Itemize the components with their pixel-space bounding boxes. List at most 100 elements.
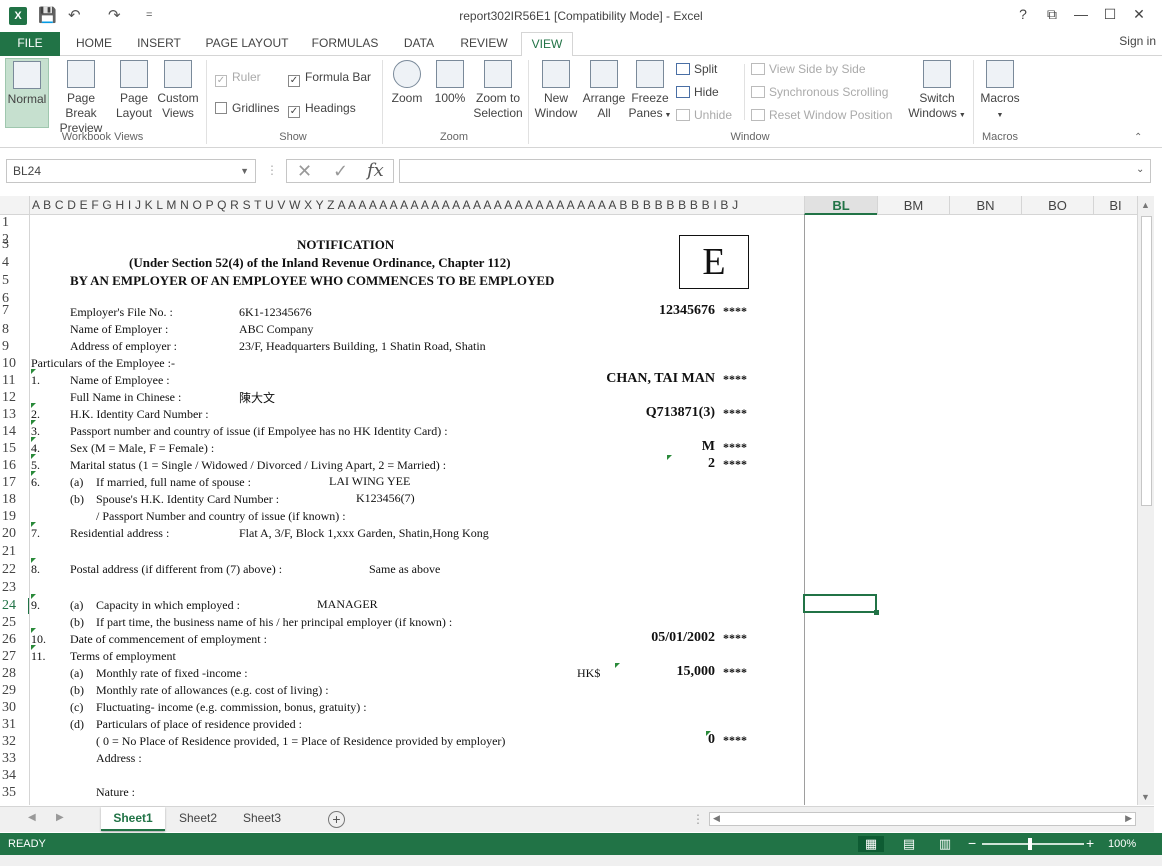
tab-view[interactable]: VIEW [521,32,573,57]
zoom-100-button[interactable]: 100% [431,58,469,128]
custom-views-button[interactable]: Custom Views [156,58,200,128]
row-header[interactable]: 12 [2,390,29,406]
scroll-left-icon[interactable]: ◀ [713,813,720,824]
column-header-next[interactable]: BI [1093,196,1137,215]
worksheet-content[interactable]: NOTIFICATION (Under Section 52(4) of the… [31,215,804,805]
zoom-button[interactable]: Zoom [388,58,426,128]
maximize-button[interactable]: ☐ [1098,6,1122,23]
cancel-icon[interactable]: ✕ [297,160,312,182]
scroll-right-icon[interactable]: ▶ [1125,813,1132,824]
row-header[interactable]: 34 [2,768,29,784]
gridlines-checkbox[interactable]: Gridlines [215,101,279,115]
row-header[interactable]: 19 [2,509,29,525]
page-break-status-icon[interactable]: ▥ [932,836,958,852]
sheet-tab-sheet1[interactable]: Sheet1 [101,807,165,831]
tab-formulas[interactable]: FORMULAS [306,32,384,56]
row-header[interactable]: 26 [2,632,29,648]
collapse-ribbon-icon[interactable]: ⌃ [1134,132,1142,143]
horizontal-scrollbar[interactable]: ◀ ▶ [709,812,1136,826]
row-header[interactable]: 25 [2,615,29,631]
row-header[interactable]: 33 [2,751,29,767]
row-header[interactable]: 11 [2,373,29,389]
row-header[interactable]: 20 [2,526,29,542]
page-layout-view-button[interactable]: Page Layout [113,58,155,128]
row-header[interactable]: 7 [2,303,29,319]
tab-data[interactable]: DATA [394,32,444,56]
vertical-scroll-thumb[interactable] [1141,216,1152,506]
ribbon-display-button[interactable]: ⧉ [1040,6,1064,23]
tab-insert[interactable]: INSERT [130,32,188,56]
minimize-button[interactable]: — [1069,6,1093,22]
active-cell-selection[interactable] [803,594,879,615]
row-header[interactable]: 27 [2,649,29,665]
hide-button[interactable]: Hide [676,85,719,99]
switch-windows-button[interactable]: Switch Windows ▼ [905,58,969,128]
frozen-pane-right[interactable] [804,215,1137,805]
narrow-column-headers[interactable]: A B C D E F G H I J K L M N O P Q R S T … [32,198,738,212]
row-header[interactable]: 14 [2,424,29,440]
chevron-down-icon[interactable]: ▼ [240,160,249,182]
sign-in-link[interactable]: Sign in [1119,34,1156,48]
tab-file[interactable]: FILE [0,32,60,56]
row-header[interactable]: 22 [2,562,29,578]
row-header[interactable]: 30 [2,700,29,716]
insert-function-icon[interactable]: fx [367,160,384,182]
column-header-bo[interactable]: BO [1021,196,1093,215]
previous-sheet-icon[interactable]: ◀ [28,812,36,823]
row-header[interactable]: 8 [2,322,29,338]
row-header[interactable]: 32 [2,734,29,750]
sheet-tab-sheet2[interactable]: Sheet2 [167,807,229,831]
split-button[interactable]: Split [676,62,717,76]
row-header[interactable]: 9 [2,339,29,355]
zoom-slider-thumb[interactable] [1028,838,1032,850]
expand-formula-bar-icon[interactable]: ⌄ [1136,164,1144,175]
row-header[interactable]: 28 [2,666,29,682]
synchronous-scrolling-button[interactable]: Synchronous Scrolling [751,85,888,99]
zoom-in-icon[interactable]: + [1086,835,1094,851]
view-side-by-side-button[interactable]: View Side by Side [751,62,866,76]
normal-view-status-icon[interactable]: ▦ [858,836,884,852]
tab-review[interactable]: REVIEW [454,32,514,56]
name-box[interactable]: BL24 ▼ [6,159,256,183]
row-header[interactable]: 16 [2,458,29,474]
row-header[interactable]: 29 [2,683,29,699]
ruler-checkbox[interactable]: ✓ Ruler [215,70,261,87]
row-header[interactable]: 5 [2,273,29,289]
unhide-button[interactable]: Unhide [676,108,732,122]
page-layout-status-icon[interactable]: ▤ [896,836,922,852]
row-header[interactable]: 31 [2,717,29,733]
row-header[interactable]: 13 [2,407,29,423]
headings-checkbox[interactable]: ✓ Headings [288,101,356,118]
formula-input[interactable] [399,159,1151,183]
reset-window-position-button[interactable]: Reset Window Position [751,108,892,122]
vertical-scrollbar[interactable]: ▲ ▼ [1137,196,1154,805]
zoom-out-icon[interactable]: − [968,835,976,851]
row-header[interactable]: 4 [2,255,29,271]
enter-icon[interactable]: ✓ [333,160,348,182]
freeze-panes-button[interactable]: Freeze Panes ▼ [628,58,672,128]
zoom-slider[interactable] [982,843,1084,845]
close-button[interactable]: ✕ [1127,6,1151,23]
row-header[interactable]: 23 [2,580,29,596]
tab-page-layout[interactable]: PAGE LAYOUT [198,32,296,56]
arrange-all-button[interactable]: Arrange All [581,58,627,128]
row-header[interactable]: 21 [2,544,29,560]
zoom-percentage[interactable]: 100% [1108,838,1136,850]
row-header[interactable]: 15 [2,441,29,457]
row-header[interactable]: 18 [2,492,29,508]
row-header[interactable]: 3 [2,237,29,253]
tab-split-grip-icon[interactable]: ⋮ [692,812,704,826]
next-sheet-icon[interactable]: ▶ [56,812,64,823]
column-header-bl[interactable]: BL [804,196,877,215]
sheet-tab-sheet3[interactable]: Sheet3 [231,807,293,831]
scroll-up-icon[interactable]: ▲ [1141,200,1150,210]
help-button[interactable]: ? [1011,6,1035,22]
row-header[interactable]: 1 [2,215,29,231]
column-header-bn[interactable]: BN [949,196,1021,215]
macros-button[interactable]: Macros ▼ [978,58,1022,128]
add-sheet-button[interactable]: + [328,811,345,828]
row-header[interactable]: 10 [2,356,29,372]
new-window-button[interactable]: New Window [532,58,580,128]
horizontal-scroll-thumb[interactable] [728,814,1118,824]
select-all-corner[interactable] [0,196,30,215]
